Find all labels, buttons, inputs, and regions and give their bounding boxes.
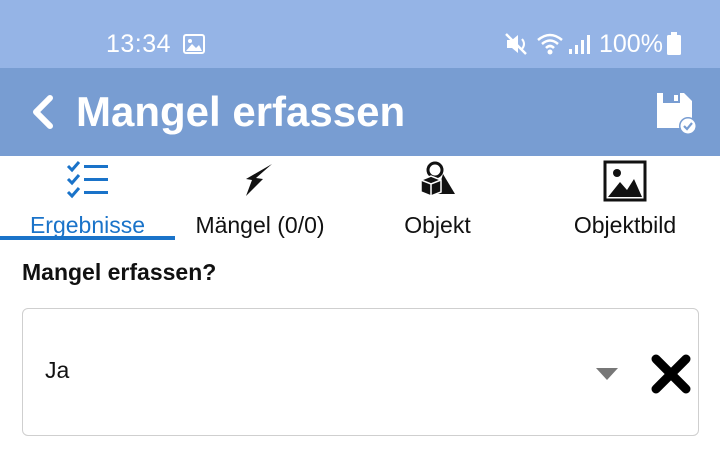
signal-icon xyxy=(569,35,590,54)
app-bar: Mangel erfassen xyxy=(0,68,720,156)
tab-label: Objekt xyxy=(404,212,471,238)
tab-ergebnisse[interactable]: Ergebnisse xyxy=(0,156,175,240)
clear-icon[interactable] xyxy=(650,353,692,395)
active-tab-indicator xyxy=(0,236,175,240)
page-title: Mangel erfassen xyxy=(76,88,406,135)
checklist-icon xyxy=(66,161,108,199)
save-check-icon[interactable] xyxy=(654,90,700,136)
tab-maengel[interactable]: Mängel (0/0) xyxy=(175,156,345,240)
question-label: Mangel erfassen? xyxy=(22,259,217,285)
wifi-icon xyxy=(537,33,563,55)
tab-label: Mängel (0/0) xyxy=(195,212,325,238)
dropdown-arrow-icon[interactable] xyxy=(595,367,619,381)
tab-objektbild[interactable]: Objektbild xyxy=(530,156,720,240)
battery-icon xyxy=(667,32,681,55)
chevron-left-icon[interactable] xyxy=(28,94,58,130)
dropdown-value: Ja xyxy=(45,357,70,383)
tab-label: Objektbild xyxy=(573,212,677,238)
image-icon xyxy=(603,160,647,202)
gallery-icon xyxy=(183,34,205,54)
tab-bar: Ergebnisse Mängel (0/0) Objekt Objektbil… xyxy=(0,156,720,240)
shapes-icon xyxy=(419,161,455,197)
battery-level: 100% xyxy=(599,30,663,58)
status-time: 13:34 xyxy=(106,30,172,58)
answer-dropdown[interactable]: Ja xyxy=(22,308,699,436)
tab-label: Ergebnisse xyxy=(29,212,146,238)
status-bar: 13:34 100% xyxy=(0,0,720,68)
mute-icon xyxy=(505,33,527,55)
tab-objekt[interactable]: Objekt xyxy=(345,156,530,240)
lightning-icon xyxy=(246,164,272,196)
